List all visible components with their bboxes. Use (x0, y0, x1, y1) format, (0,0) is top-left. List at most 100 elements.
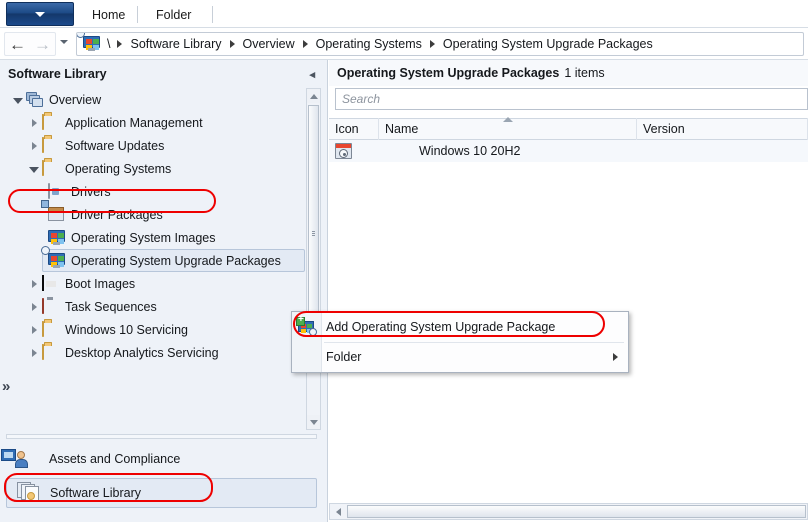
tree-item-windows-10-servicing[interactable]: Windows 10 Servicing (0, 318, 327, 341)
navigation-panel-header: Software Library ◂ (0, 60, 327, 88)
search-input[interactable] (335, 88, 808, 110)
scroll-left-button[interactable] (330, 504, 346, 519)
submenu-arrow-icon (613, 353, 618, 361)
content-horizontal-scrollbar[interactable] (329, 503, 808, 520)
tree-item-label: Software Updates (65, 138, 165, 153)
configuration-manager-console: Home Folder ← → \ Software Library Overv… (0, 0, 808, 522)
chevron-down-icon (35, 11, 45, 17)
tab-folder[interactable]: Folder (144, 4, 203, 26)
assets-compliance-icon (1, 448, 40, 470)
twisty-collapsed-icon[interactable] (26, 302, 42, 311)
driver-doc-icon (48, 182, 66, 200)
folder-icon (42, 113, 60, 131)
tab-home-label: Home (92, 8, 126, 22)
column-header-name[interactable]: Name (379, 117, 637, 140)
twisty-expanded-icon[interactable] (10, 96, 26, 104)
content-header: Operating System Upgrade Packages 1 item… (329, 60, 808, 86)
tree-item-operating-systems[interactable]: Operating Systems (0, 157, 327, 180)
column-header-version[interactable]: Version (637, 118, 808, 140)
tree-item-driver-packages[interactable]: Driver Packages (0, 199, 327, 226)
scrollbar-thumb[interactable] (347, 505, 806, 518)
tree-item-label: Operating System Images (71, 230, 216, 245)
navigation-overflow-indicator[interactable]: » (2, 378, 11, 395)
tree-item-label: Operating Systems (65, 161, 172, 176)
add-os-upgrade-package-icon (292, 314, 322, 336)
tree-item-label: Application Management (65, 115, 203, 130)
tree-item-operating-system-images[interactable]: Operating System Images (0, 226, 327, 249)
tree-item-label: Overview (49, 92, 102, 107)
chevron-left-icon[interactable]: ◂ (309, 68, 315, 81)
media-package-icon (335, 143, 352, 159)
workspace-divider (6, 434, 317, 439)
folder-icon (42, 159, 60, 177)
twisty-collapsed-icon[interactable] (26, 141, 42, 150)
tree-item-label: Boot Images (65, 276, 136, 291)
scrollbar-grip (312, 231, 315, 237)
tab-folder-label: Folder (156, 8, 192, 22)
twisty-collapsed-icon[interactable] (26, 348, 42, 357)
chevron-right-icon (117, 40, 123, 48)
chevron-right-icon (302, 40, 308, 48)
application-menu-button[interactable] (6, 2, 74, 26)
context-menu-item-label: Folder (326, 350, 362, 364)
navigation-tree-scrollbar[interactable] (306, 88, 321, 430)
breadcrumb-root-separator: \ (107, 37, 111, 51)
breadcrumb-item-os-upgrade-packages[interactable]: Operating System Upgrade Packages (440, 37, 656, 51)
scroll-up-button[interactable] (307, 89, 320, 103)
console-icon (77, 33, 101, 52)
chevron-right-icon (429, 40, 435, 48)
breadcrumb[interactable]: \ Software Library Overview Operating Sy… (76, 32, 804, 56)
tab-home[interactable]: Home (80, 4, 137, 26)
column-header-label: Name (385, 122, 419, 136)
breadcrumb-item-software-library[interactable]: Software Library (127, 37, 224, 51)
tree-item-software-updates[interactable]: Software Updates (0, 134, 327, 157)
table-row[interactable]: Windows 10 20H2 (329, 140, 808, 162)
breadcrumb-item-operating-systems[interactable]: Operating Systems (313, 37, 425, 51)
context-menu-folder[interactable]: Folder (292, 343, 628, 371)
tree-item-desktop-analytics-servicing[interactable]: Desktop Analytics Servicing (0, 341, 327, 364)
column-header-icon[interactable]: Icon (329, 118, 379, 140)
folder-icon (42, 136, 60, 154)
tree-item-label: Drivers (71, 184, 111, 199)
back-button[interactable]: ← (4, 32, 30, 56)
tree-item-boot-images[interactable]: Boot Images (0, 272, 327, 295)
software-library-icon (17, 482, 41, 504)
context-menu-add-os-upgrade-package[interactable]: Add Operating System Upgrade Package (292, 313, 628, 341)
tree-item-task-sequences[interactable]: Task Sequences (0, 295, 327, 318)
workspace-software-library[interactable]: Software Library (6, 478, 317, 508)
tree-item-overview[interactable]: Overview (0, 88, 327, 111)
column-header-label: Icon (335, 122, 359, 136)
forward-button[interactable]: → (30, 32, 56, 56)
row-name-cell: Windows 10 20H2 (419, 144, 521, 158)
folder-icon (42, 343, 60, 361)
os-upgrade-package-icon (41, 245, 66, 269)
twisty-collapsed-icon[interactable] (26, 279, 42, 288)
workspace-label: Software Library (50, 486, 142, 500)
tree-item-drivers[interactable]: Drivers (0, 180, 327, 203)
history-dropdown-icon[interactable] (60, 40, 68, 44)
chevron-right-icon (229, 40, 235, 48)
tree-item-application-management[interactable]: Application Management (0, 111, 327, 134)
navigation-tree: Overview Application Management Software… (0, 88, 327, 430)
context-menu-item-label: Add Operating System Upgrade Package (326, 320, 556, 334)
list-column-header: Icon Name Version (329, 117, 808, 140)
breadcrumb-item-overview[interactable]: Overview (240, 37, 298, 51)
twisty-collapsed-icon[interactable] (26, 325, 42, 334)
twisty-collapsed-icon[interactable] (26, 118, 42, 127)
task-sequence-icon (42, 297, 60, 315)
tree-item-operating-system-upgrade-packages[interactable]: Operating System Upgrade Packages (41, 245, 305, 272)
back-arrow-icon: ← (9, 34, 26, 54)
workspace-assets-and-compliance[interactable]: Assets and Compliance (1, 444, 317, 474)
boot-image-icon (42, 274, 60, 292)
address-bar: ← → \ Software Library Overview Operatin… (0, 28, 808, 60)
twisty-expanded-icon[interactable] (26, 165, 42, 173)
navigation-panel-title: Software Library (8, 67, 107, 81)
column-header-label: Version (643, 122, 685, 136)
overview-stack-icon (26, 91, 44, 108)
tree-item-label: Operating System Upgrade Packages (71, 253, 281, 268)
navigation-panel: Software Library ◂ Overview Application … (0, 60, 328, 522)
ribbon-tab-strip: Home Folder (0, 0, 808, 28)
scroll-down-button[interactable] (307, 415, 320, 429)
forward-arrow-icon: → (34, 34, 51, 54)
workspace-label: Assets and Compliance (49, 452, 181, 466)
